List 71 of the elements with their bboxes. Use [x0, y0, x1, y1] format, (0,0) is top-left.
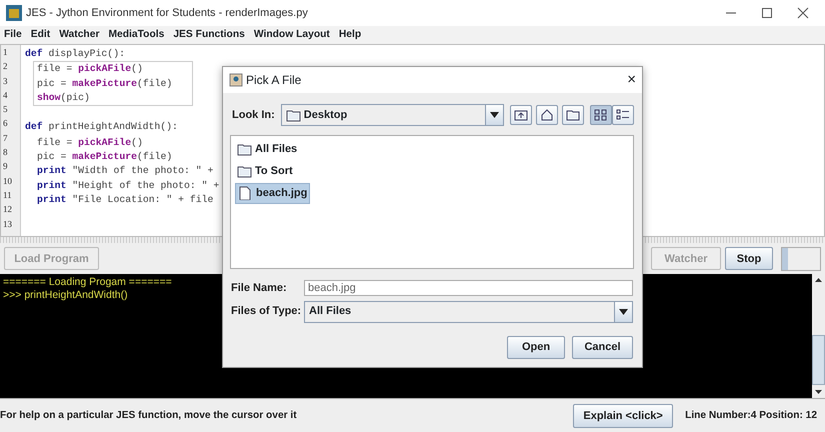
field-label: Files of Type: [231, 304, 302, 320]
code-line: print "File Location: " + file [37, 192, 214, 207]
list-view-icon [594, 108, 608, 122]
line-number: 13 [2, 218, 13, 231]
details-view-icon [616, 108, 630, 122]
field-label: Look In: [232, 108, 275, 123]
line-number: 6 [2, 118, 8, 130]
line-number: 9 [2, 161, 8, 174]
line-number: 2 [2, 61, 8, 74]
scroll-thumb [812, 335, 825, 385]
home-icon [540, 108, 554, 122]
folder-icon [237, 142, 252, 156]
menu-item[interactable]: JES Functions [173, 27, 245, 43]
caret-icon [619, 308, 628, 314]
dialog-title: Pick A File [246, 72, 302, 89]
line-number: 8 [2, 147, 8, 160]
line-number: 11 [2, 190, 13, 202]
document-item[interactable]: beach.jpg [235, 183, 310, 204]
dialog-button[interactable]: Cancel [572, 336, 633, 358]
code-line: def displayPic(): [25, 47, 125, 61]
code-line: file = pickAFile() [37, 136, 143, 150]
close-icon [797, 7, 809, 19]
dialog-button[interactable]: Open [507, 336, 565, 358]
menu-item[interactable]: Window Layout [254, 27, 330, 43]
menu-item[interactable]: MediaTools [108, 27, 164, 43]
list-view-button[interactable] [590, 105, 612, 125]
line-number: 10 [2, 176, 13, 188]
folder-icon [237, 164, 252, 178]
home-button[interactable] [536, 105, 558, 125]
menu-item[interactable]: File [4, 27, 22, 43]
folder-icon [566, 108, 580, 122]
maximize-icon [761, 7, 773, 19]
folder-item[interactable]: To Sort [235, 162, 295, 180]
code-line: print "Height of the photo: " + [37, 178, 220, 193]
line-number: 12 [2, 204, 13, 216]
menu-item[interactable]: Edit [30, 27, 50, 43]
file-name-field[interactable]: beach.jpg [304, 280, 633, 296]
explain-button[interactable]: Explain <click> [573, 404, 674, 428]
menu-item[interactable]: Help [338, 27, 362, 43]
field-label: File Name: [231, 281, 288, 296]
console-line: ======= Loading Progam ======= [3, 276, 172, 289]
line-number: 4 [2, 90, 8, 102]
console-line: >>> printHeightAndWidth() [3, 289, 128, 302]
help-text: For help on a particular JES function, move the cursor over it [0, 408, 297, 423]
position-indicator: Line Number:4 Position: 12 [685, 408, 817, 423]
code-line: print "Width of the photo: " + [37, 164, 214, 178]
look-in-dropdown[interactable]: Desktop [280, 104, 504, 126]
line-number: 7 [2, 132, 8, 145]
code-line: pic = makePicture(file) [37, 76, 172, 91]
folder-button[interactable] [562, 105, 584, 125]
close-button[interactable]: × [627, 68, 636, 92]
folder-icon [286, 108, 301, 122]
code-line: pic = makePicture(file) [37, 150, 172, 164]
caret-icon [490, 112, 499, 118]
dialog-icon [229, 73, 243, 87]
window-title: JES - Jython Environment for Students - renderImages.py [26, 6, 308, 21]
line-number: 1 [2, 47, 8, 59]
line-number: 3 [2, 76, 8, 88]
folder-item[interactable]: All Files [235, 140, 300, 158]
file-type-dropdown[interactable]: All Files [304, 300, 633, 322]
app-icon [6, 5, 22, 21]
code-line: file = pickAFile() [37, 62, 143, 76]
menu-item[interactable]: Watcher [59, 27, 100, 43]
details-view-button[interactable] [612, 105, 634, 125]
code-line: def printHeightAndWidth(): [25, 120, 178, 134]
code-line: show(pic) [37, 90, 90, 105]
toolbar-button[interactable]: Stop [725, 247, 773, 270]
up-folder-icon [514, 108, 528, 122]
file-icon [238, 186, 253, 200]
line-number: 5 [2, 104, 8, 116]
up-folder-button[interactable] [510, 105, 532, 125]
